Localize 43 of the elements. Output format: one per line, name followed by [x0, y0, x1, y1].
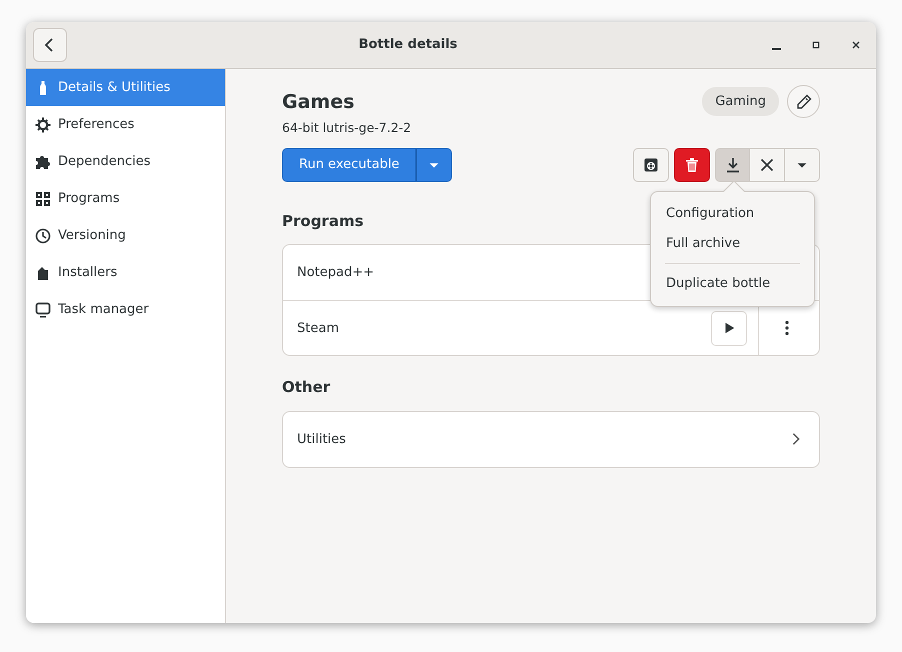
run-executable-button[interactable]: Run executable: [282, 148, 416, 182]
utilities-row[interactable]: Utilities: [283, 412, 819, 467]
program-name: Notepad++: [297, 264, 374, 282]
sidebar-item[interactable]: Preferences: [26, 106, 225, 143]
bottle-subtitle: 64-bit lutris-ge-7.2-2: [282, 119, 412, 137]
minimize-icon: [772, 48, 780, 50]
reel-icon: [643, 156, 659, 173]
grid-icon: [35, 190, 51, 206]
maximize-icon: [810, 39, 822, 51]
sidebar-item[interactable]: Versioning: [26, 217, 225, 254]
wine-icon-button[interactable]: [633, 148, 669, 182]
environment-tag: Gaming: [702, 86, 779, 116]
menu-item[interactable]: Configuration: [651, 199, 814, 228]
menu-item[interactable]: Duplicate bottle: [651, 269, 814, 298]
menu-item[interactable]: Full archive: [651, 228, 814, 258]
gear-icon: [35, 116, 51, 132]
trash-icon: [684, 156, 700, 173]
play-button[interactable]: [711, 310, 747, 346]
package-icon: [35, 264, 51, 280]
close-icon: [850, 39, 862, 51]
section-heading: Programs: [282, 210, 364, 232]
sidebar-item[interactable]: Installers: [26, 254, 225, 291]
backup-button[interactable]: [715, 148, 750, 182]
monitor-icon: [35, 302, 51, 318]
run-options-button[interactable]: [416, 148, 452, 182]
clock-icon: [35, 228, 51, 244]
delete-button[interactable]: [674, 148, 710, 182]
close-icon: [759, 156, 775, 173]
download-icon: [724, 156, 740, 173]
row-label: Utilities: [297, 430, 346, 448]
sidebar-item[interactable]: Details & Utilities: [26, 69, 225, 106]
pencil-icon: [796, 94, 812, 110]
sidebar-item[interactable]: Dependencies: [26, 143, 225, 180]
puzzle-icon: [35, 154, 51, 170]
close-bottle-button[interactable]: [750, 148, 785, 182]
sidebar-item[interactable]: Programs: [26, 180, 225, 217]
program-name: Steam: [297, 320, 339, 338]
sidebar-item[interactable]: Task manager: [26, 291, 225, 328]
window-title: Bottle details: [358, 36, 458, 54]
edit-button[interactable]: [787, 85, 820, 118]
section-heading: Other: [282, 377, 330, 398]
bottle-name: Games: [282, 90, 356, 115]
back-button[interactable]: [33, 28, 67, 62]
